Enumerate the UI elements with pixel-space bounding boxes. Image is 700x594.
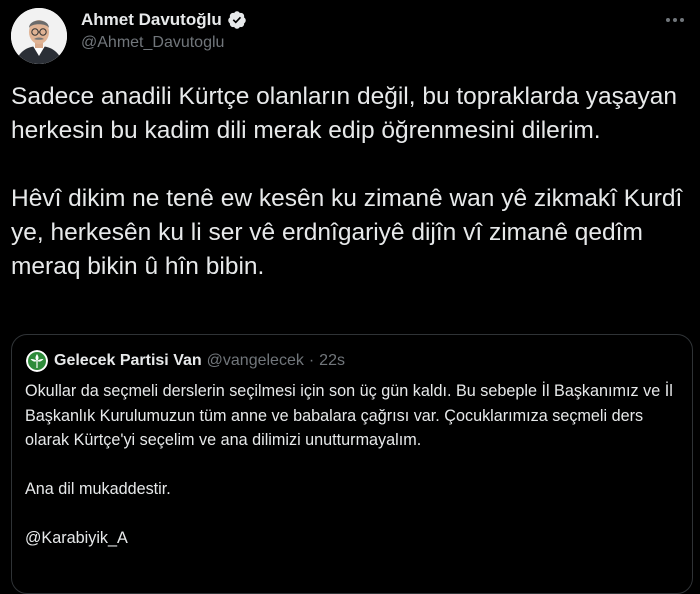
quoted-tweet[interactable]: Gelecek Partisi Van @vangelecek · 22s Ok… [11,334,693,594]
author-name[interactable]: Ahmet Davutoğlu [81,10,222,30]
tweet-text: Sadece anadili Kürtçe olanların değil, b… [11,83,683,280]
quoted-tweet-header: Gelecek Partisi Van @vangelecek · 22s [26,349,345,373]
author-avatar[interactable] [11,8,67,64]
quoted-tweet-time[interactable]: 22s [319,352,345,370]
separator-dot: · [308,352,315,369]
tweet: Ahmet Davutoğlu @Ahmet_Davutoglu Sadece … [0,0,700,594]
quoted-author-name[interactable]: Gelecek Partisi Van [54,352,202,370]
verified-badge-icon [227,11,246,29]
author-handle[interactable]: @Ahmet_Davutoglu [81,34,224,52]
quoted-tweet-text: Okullar da seçmeli derslerin seçilmesi i… [25,382,673,547]
party-logo-icon[interactable] [26,350,48,372]
quoted-author-handle[interactable]: @vangelecek [207,352,304,370]
more-options-icon[interactable] [662,10,688,30]
profile-photo-icon [11,8,67,64]
author-name-row: Ahmet Davutoğlu [81,8,247,32]
